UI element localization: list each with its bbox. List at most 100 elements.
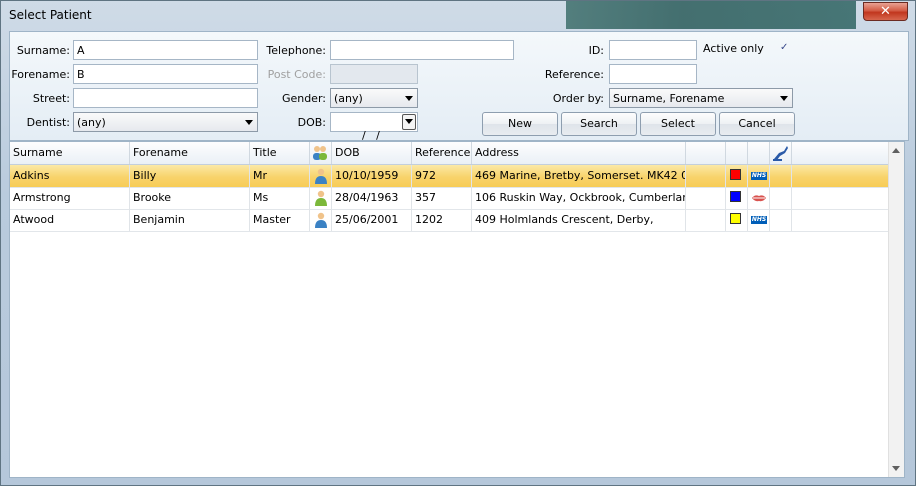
cell-gender bbox=[310, 165, 332, 187]
dob-field[interactable]: / / bbox=[330, 112, 418, 142]
cell-reference: 972 bbox=[412, 165, 472, 187]
order-by-label: Order by: bbox=[552, 92, 604, 105]
column-header-reference[interactable]: Reference bbox=[412, 142, 472, 164]
id-field[interactable] bbox=[609, 40, 697, 60]
cell-color bbox=[726, 209, 748, 231]
surname-label: Surname: bbox=[16, 44, 70, 57]
column-header-chair[interactable] bbox=[770, 142, 792, 164]
column-header-blank[interactable] bbox=[686, 142, 726, 164]
cell-reference: 1202 bbox=[412, 209, 472, 231]
window-title: Select Patient bbox=[9, 8, 92, 22]
forename-field[interactable]: B bbox=[73, 64, 258, 84]
close-button[interactable]: ✕ bbox=[863, 2, 908, 21]
forename-label: Forename: bbox=[11, 68, 70, 81]
cell-status: NHS bbox=[748, 165, 770, 187]
cell-status bbox=[748, 187, 770, 209]
patient-grid: Surname Forename Title DOB Reference Add… bbox=[9, 141, 905, 478]
search-button[interactable]: Search bbox=[561, 112, 637, 136]
gender-select[interactable]: (any) bbox=[330, 88, 418, 108]
cell-surname: Atwood bbox=[10, 209, 130, 231]
cell-empty bbox=[770, 209, 792, 231]
table-row[interactable]: Atwood Benjamin Master 25/06/2001 1202 409 Ho… bbox=[10, 209, 890, 232]
postcode-label: Post Code: bbox=[267, 68, 326, 81]
male-person-icon bbox=[315, 168, 327, 184]
cell-empty bbox=[686, 209, 726, 231]
column-header-surname[interactable]: Surname bbox=[10, 142, 130, 164]
lips-icon bbox=[752, 195, 766, 202]
column-header-forename[interactable]: Forename bbox=[130, 142, 250, 164]
chevron-down-icon bbox=[778, 91, 790, 105]
dob-label: DOB: bbox=[297, 116, 326, 129]
column-header-title[interactable]: Title bbox=[250, 142, 310, 164]
chevron-down-icon bbox=[243, 115, 255, 129]
dentist-select[interactable]: (any) bbox=[73, 112, 258, 132]
cell-title: Ms bbox=[250, 187, 310, 209]
cell-forename: Billy bbox=[130, 165, 250, 187]
grid-header: Surname Forename Title DOB Reference Add… bbox=[10, 142, 890, 165]
color-swatch bbox=[730, 191, 741, 202]
column-header-color[interactable] bbox=[726, 142, 748, 164]
gender-icon bbox=[313, 146, 327, 160]
table-row[interactable]: Armstrong Brooke Ms 28/04/1963 357 106 Ruskin… bbox=[10, 187, 890, 210]
cell-address: 409 Holmlands Crescent, Derby, bbox=[472, 209, 686, 231]
male-person-icon bbox=[315, 212, 327, 228]
reference-field[interactable] bbox=[609, 64, 697, 84]
vertical-scrollbar[interactable] bbox=[888, 142, 904, 477]
scroll-up-icon[interactable] bbox=[892, 148, 900, 153]
color-swatch bbox=[730, 169, 741, 180]
color-swatch bbox=[730, 213, 741, 224]
cell-color bbox=[726, 187, 748, 209]
column-header-dob[interactable]: DOB bbox=[332, 142, 412, 164]
cell-empty bbox=[770, 165, 792, 187]
title-bar[interactable]: Select Patient ✕ bbox=[1, 1, 915, 29]
cell-dob: 28/04/1963 bbox=[332, 187, 412, 209]
cell-title: Master bbox=[250, 209, 310, 231]
column-header-address[interactable]: Address bbox=[472, 142, 686, 164]
date-picker-button[interactable] bbox=[402, 114, 416, 130]
scroll-down-icon[interactable] bbox=[892, 466, 900, 471]
cell-surname: Adkins bbox=[10, 165, 130, 187]
gender-select-value: (any) bbox=[334, 92, 363, 105]
cell-forename: Brooke bbox=[130, 187, 250, 209]
cell-gender bbox=[310, 187, 332, 209]
new-button[interactable]: New bbox=[482, 112, 558, 136]
cell-address: 106 Ruskin Way, Ockbrook, Cumberland. bbox=[472, 187, 686, 209]
cell-surname: Armstrong bbox=[10, 187, 130, 209]
cell-title: Mr bbox=[250, 165, 310, 187]
column-header-gender[interactable] bbox=[310, 142, 332, 164]
postcode-field bbox=[330, 64, 418, 84]
street-label: Street: bbox=[32, 92, 70, 105]
active-only-checkbox[interactable]: ✓ bbox=[780, 42, 791, 53]
cell-dob: 25/06/2001 bbox=[332, 209, 412, 231]
active-only-label: Active only bbox=[703, 42, 764, 55]
order-by-select[interactable]: Surname, Forename bbox=[609, 88, 793, 108]
cell-empty bbox=[686, 165, 726, 187]
telephone-field[interactable] bbox=[330, 40, 514, 60]
column-header-nhs[interactable] bbox=[748, 142, 770, 164]
cell-gender bbox=[310, 209, 332, 231]
gender-label: Gender: bbox=[281, 92, 326, 105]
cell-dob: 10/10/1959 bbox=[332, 165, 412, 187]
id-label: ID: bbox=[588, 44, 604, 57]
select-button[interactable]: Select bbox=[640, 112, 716, 136]
title-bar-background bbox=[566, 1, 856, 29]
cancel-button[interactable]: Cancel bbox=[719, 112, 795, 136]
cell-color bbox=[726, 165, 748, 187]
cell-status: NHS bbox=[748, 209, 770, 231]
table-row[interactable]: Adkins Billy Mr 10/10/1959 972 469 Marine, Br… bbox=[10, 165, 890, 188]
select-patient-dialog: Select Patient ✕ Surname: A Forename: B … bbox=[0, 0, 916, 486]
nhs-icon: NHS bbox=[751, 172, 767, 180]
chevron-down-icon bbox=[405, 119, 413, 124]
nhs-icon: NHS bbox=[751, 216, 767, 224]
cell-forename: Benjamin bbox=[130, 209, 250, 231]
cell-reference: 357 bbox=[412, 187, 472, 209]
search-form: Surname: A Forename: B Street: Dentist: … bbox=[9, 31, 909, 142]
street-field[interactable] bbox=[73, 88, 258, 108]
order-by-select-value: Surname, Forename bbox=[613, 92, 725, 105]
dentist-select-value: (any) bbox=[77, 116, 106, 129]
female-person-icon bbox=[315, 190, 327, 206]
cell-empty bbox=[686, 187, 726, 209]
reference-label: Reference: bbox=[544, 68, 604, 81]
close-icon: ✕ bbox=[880, 4, 891, 19]
surname-field[interactable]: A bbox=[73, 40, 258, 60]
